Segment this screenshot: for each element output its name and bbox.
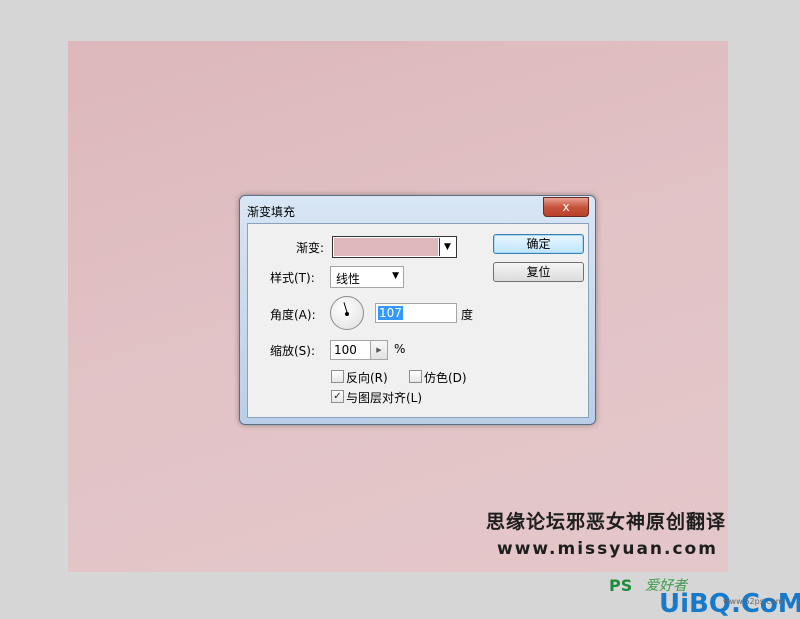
triangle-right-icon[interactable]: ▶	[370, 341, 387, 359]
scale-input[interactable]: 100 ▶	[330, 340, 388, 360]
dialog-titlebar[interactable]: 渐变填充 x	[240, 196, 595, 222]
dither-label[interactable]: 仿色(D)	[424, 369, 467, 386]
close-icon: x	[562, 200, 570, 214]
angle-label: 角度(A):	[270, 308, 316, 322]
scale-unit: %	[394, 342, 406, 356]
reset-button[interactable]: 复位	[493, 262, 584, 282]
logo-ps: PS	[609, 576, 633, 595]
style-label: 样式(T):	[270, 271, 315, 285]
gradient-label: 渐变:	[296, 241, 325, 255]
gradient-fill-dialog: 渐变填充 x 渐变: ▼ 样式(T): 线性 ▼ 角度(A): 107 度 缩放…	[239, 195, 596, 425]
triangle-down-icon[interactable]: ▼	[439, 238, 455, 256]
dialog-client: 渐变: ▼ 样式(T): 线性 ▼ 角度(A): 107 度 缩放(S): 10…	[247, 223, 589, 418]
align-with-layer-label[interactable]: 与图层对齐(L)	[346, 389, 422, 406]
scale-input-value: 100	[334, 343, 357, 357]
checkmark-icon: ✓	[333, 391, 342, 402]
angle-input-value: 107	[378, 306, 403, 320]
angle-input[interactable]: 107	[375, 303, 457, 323]
logo-small-url: www.52ps.com	[723, 597, 784, 606]
ok-button[interactable]: 确定	[493, 234, 584, 254]
watermark-title: 思缘论坛邪恶女神原创翻译	[486, 511, 727, 533]
reverse-label[interactable]: 反向(R)	[346, 369, 388, 386]
gradient-picker[interactable]: ▼	[332, 236, 457, 258]
style-select-value: 线性	[336, 272, 361, 286]
gradient-swatch[interactable]	[334, 238, 438, 256]
angle-dial[interactable]	[330, 296, 364, 330]
close-button[interactable]: x	[543, 197, 589, 217]
align-with-layer-checkbox[interactable]: ✓	[331, 390, 344, 403]
dialog-title: 渐变填充	[247, 205, 296, 219]
dither-checkbox[interactable]	[409, 370, 422, 383]
watermark-url: www.missyuan.com	[497, 539, 718, 559]
scale-label: 缩放(S):	[270, 344, 316, 358]
triangle-down-icon: ▼	[392, 271, 399, 281]
angle-unit: 度	[461, 308, 474, 322]
reverse-checkbox[interactable]	[331, 370, 344, 383]
site-logo: PS 爱好者 UiBQ.CoM www.52ps.com	[595, 576, 800, 619]
angle-dial-center	[345, 312, 349, 316]
style-select[interactable]: 线性 ▼	[330, 266, 404, 288]
